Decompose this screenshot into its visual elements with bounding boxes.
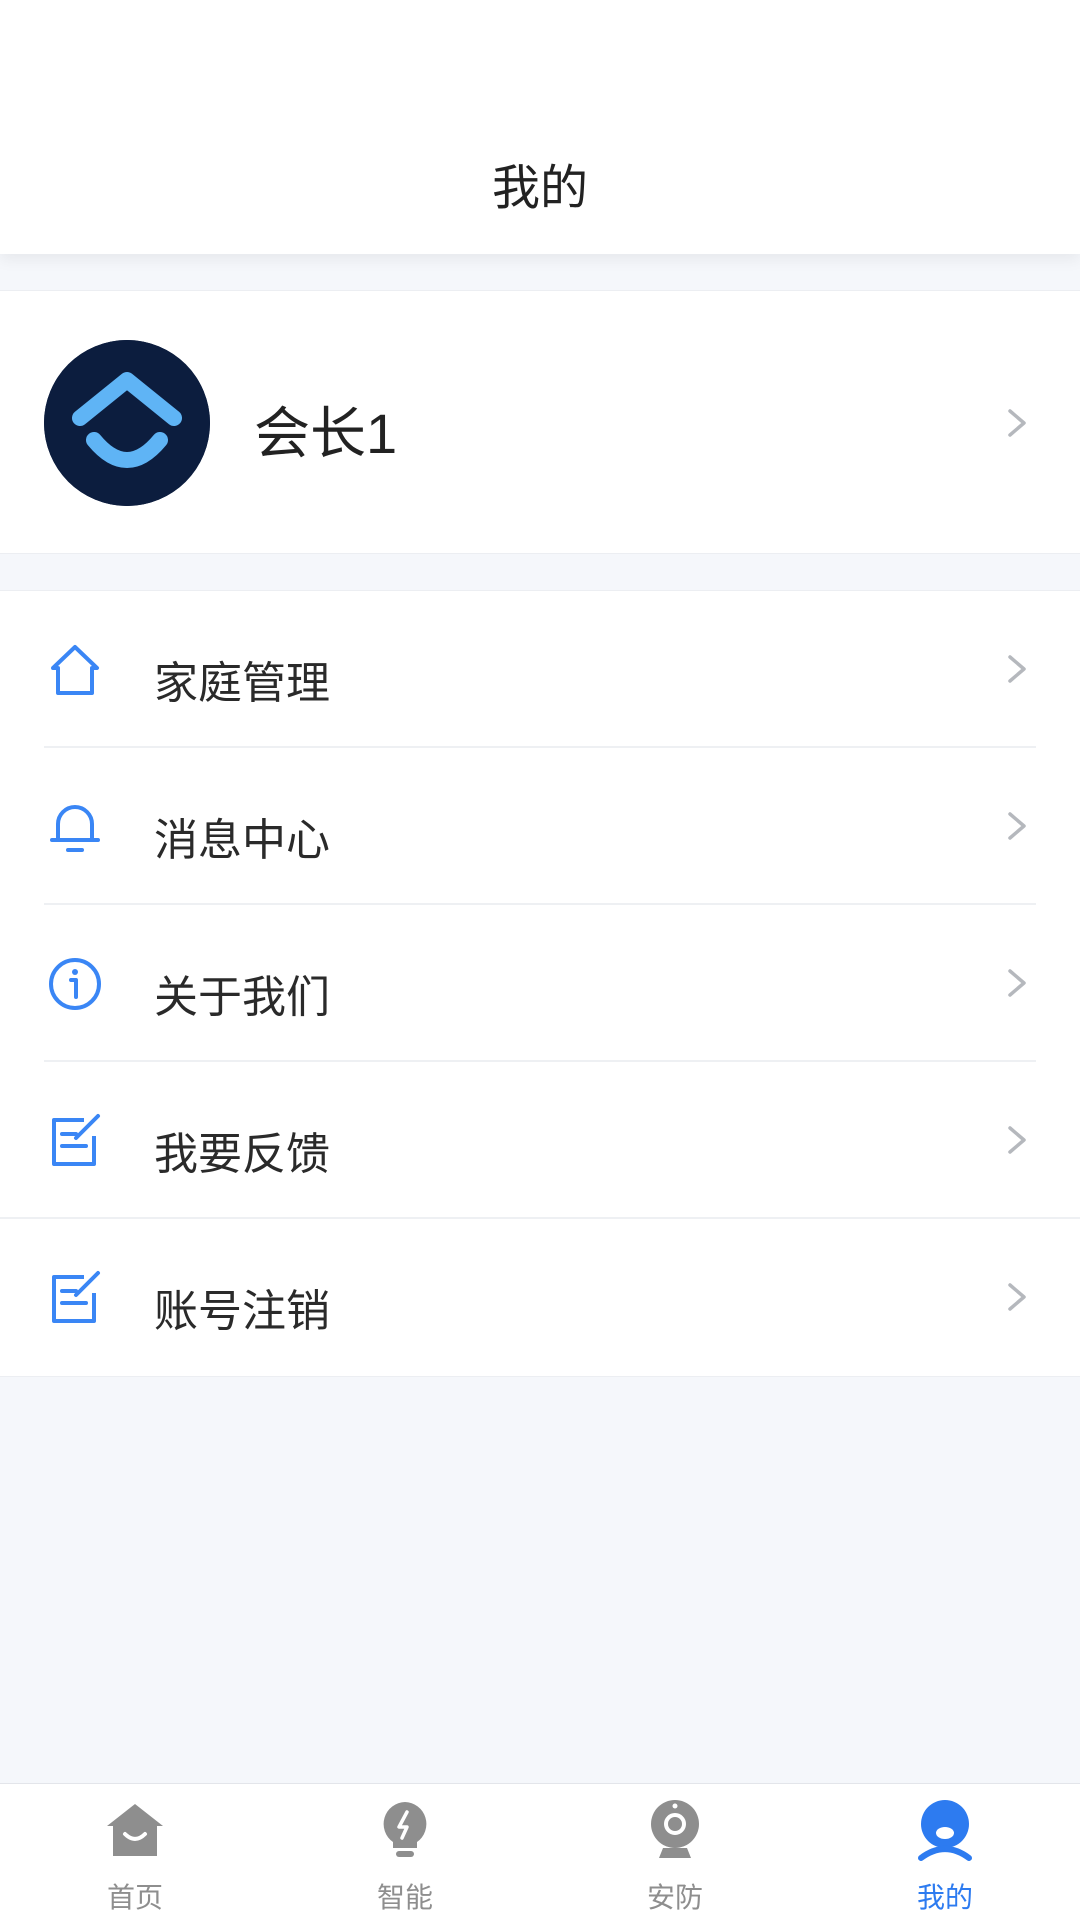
menu-item-about-us[interactable]: 关于我们 [0,905,1080,1062]
home-outline-icon [46,641,104,699]
chevron-right-icon [996,403,1036,443]
tab-label: 安防 [646,1882,703,1913]
chevron-right-icon [996,1277,1036,1317]
menu-item-label: 我要反馈 [154,1130,330,1179]
chevron-right-icon [996,1120,1036,1160]
edit-note-icon [46,1112,104,1170]
app-logo-icon [44,340,210,506]
bottom-tab-bar: 首页 智能 安防 我的 [0,1783,1080,1920]
tab-security[interactable]: 安防 [540,1784,810,1920]
info-icon [46,955,104,1013]
menu-item-label: 消息中心 [154,816,330,865]
menu-item-message-center[interactable]: 消息中心 [0,748,1080,905]
bulb-icon [371,1796,439,1864]
tab-smart[interactable]: 智能 [270,1784,540,1920]
menu-item-family-management[interactable]: 家庭管理 [0,591,1080,748]
profile-card[interactable]: 会长1 [0,290,1080,554]
menu-item-label: 关于我们 [154,973,330,1022]
tab-label: 首页 [106,1882,163,1913]
top-header: 我的 [0,0,1080,254]
edit-note-icon [46,1269,104,1327]
menu-item-label: 家庭管理 [154,659,330,708]
profile-page: 我的 会长1 家庭管理 消息中心 关于我们 我要反馈 账号注销 首页 智能 安防… [0,0,1080,1920]
menu-item-feedback[interactable]: 我要反馈 [0,1062,1080,1219]
chevron-right-icon [996,649,1036,689]
bell-icon [46,798,104,856]
profile-name: 会长1 [254,402,398,465]
tab-mine[interactable]: 我的 [810,1784,1080,1920]
person-icon [911,1796,979,1864]
avatar [44,340,210,506]
tab-home[interactable]: 首页 [0,1784,270,1920]
home-icon [101,1796,169,1864]
chevron-right-icon [996,806,1036,846]
camera-icon [641,1796,709,1864]
page-title: 我的 [491,162,588,215]
tab-label: 智能 [376,1882,433,1913]
menu-item-label: 账号注销 [154,1287,330,1336]
tab-label: 我的 [916,1882,973,1913]
menu-item-delete-account[interactable]: 账号注销 [0,1219,1080,1376]
settings-menu: 家庭管理 消息中心 关于我们 我要反馈 账号注销 [0,590,1080,1377]
chevron-right-icon [996,963,1036,1003]
